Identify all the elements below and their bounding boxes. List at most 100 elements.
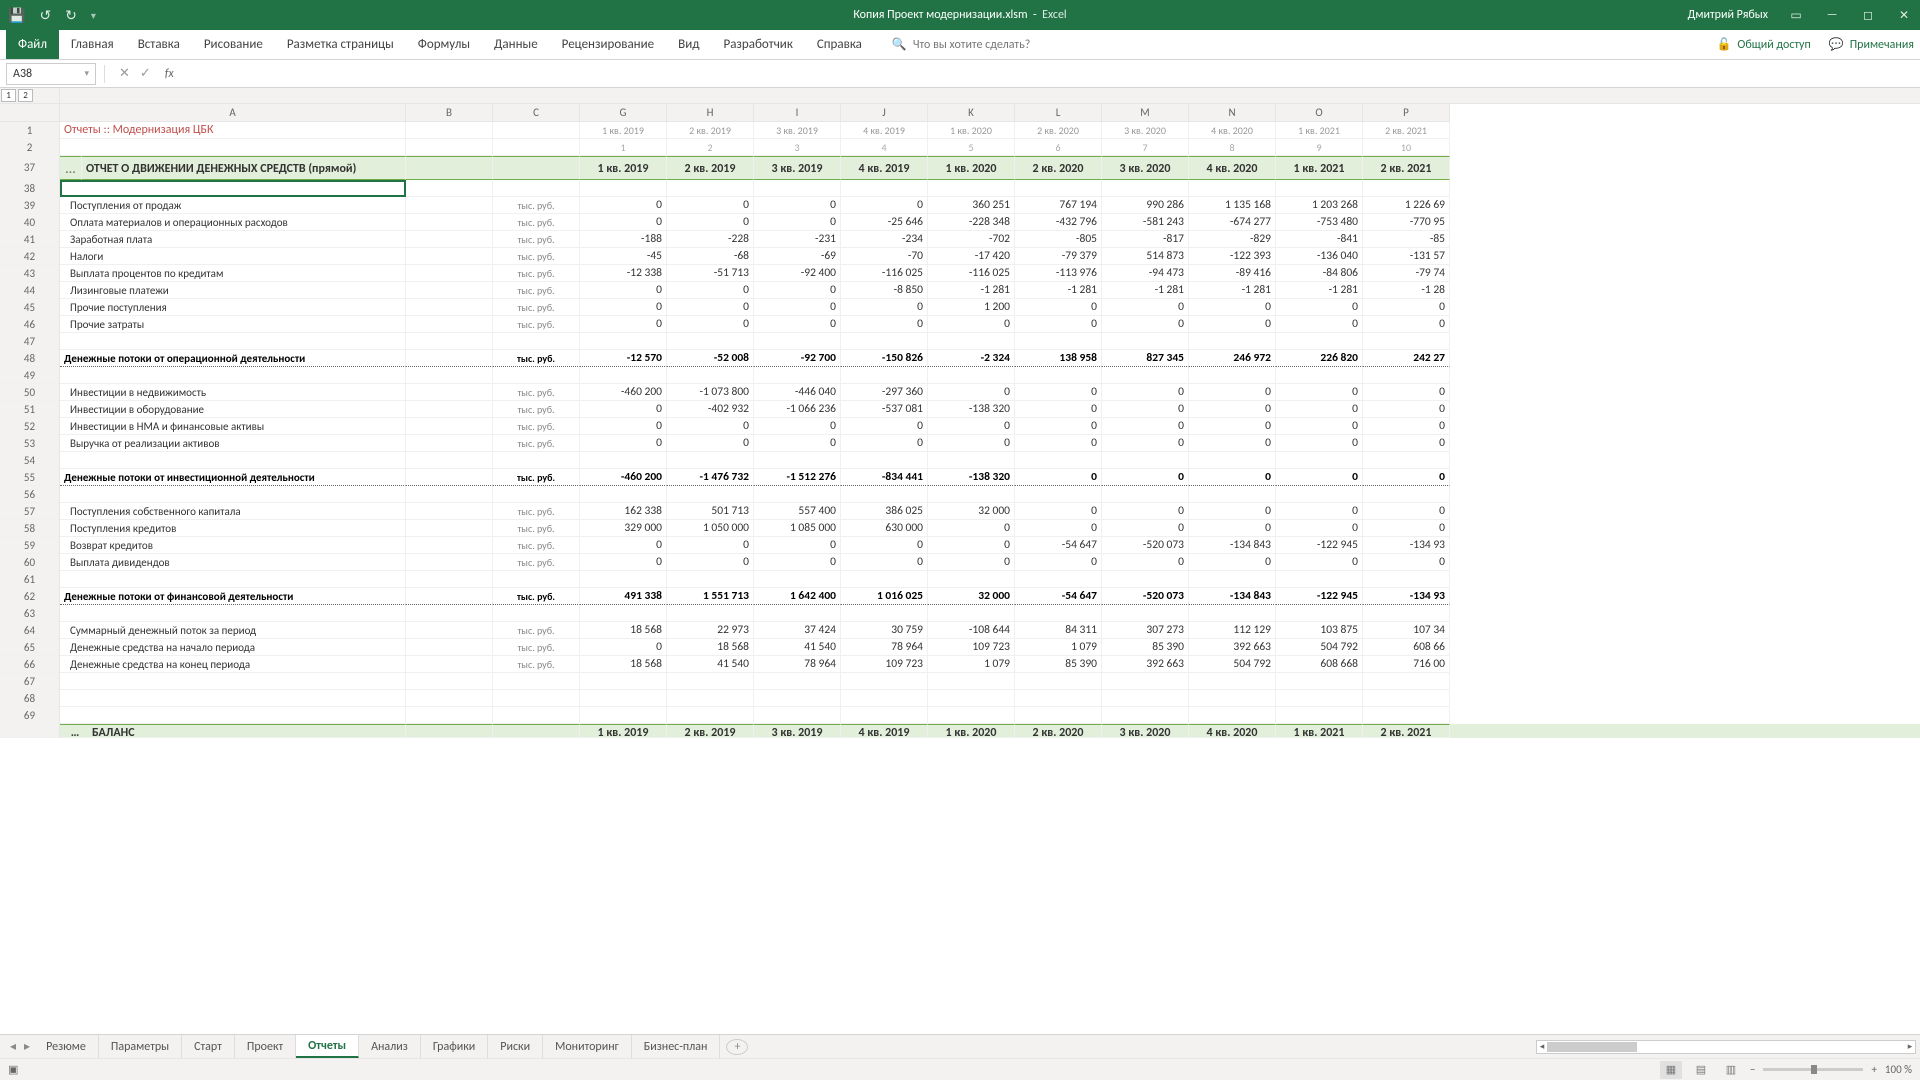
- cell[interactable]: [580, 367, 667, 384]
- cell[interactable]: -51 713: [667, 265, 754, 282]
- cell[interactable]: [406, 333, 493, 350]
- sheet-tab-графики[interactable]: Графики: [421, 1035, 488, 1058]
- cell[interactable]: [1102, 367, 1189, 384]
- cell[interactable]: -817: [1102, 231, 1189, 248]
- row-head[interactable]: 38: [0, 180, 60, 197]
- cell[interactable]: [667, 690, 754, 707]
- sheet-tab-бизнес-план[interactable]: Бизнес-план: [632, 1035, 721, 1058]
- cell[interactable]: [1102, 571, 1189, 588]
- col-head[interactable]: G: [580, 104, 667, 122]
- cell[interactable]: 501 713: [667, 503, 754, 520]
- cell[interactable]: [754, 367, 841, 384]
- row-head[interactable]: 50: [0, 384, 60, 401]
- sheet-tab-анализ[interactable]: Анализ: [359, 1035, 421, 1058]
- row-head[interactable]: 51: [0, 401, 60, 418]
- cell[interactable]: [928, 571, 1015, 588]
- cell[interactable]: [841, 707, 928, 724]
- cell[interactable]: 0: [1276, 299, 1363, 316]
- cell[interactable]: 0: [754, 537, 841, 554]
- cell[interactable]: 392 663: [1102, 656, 1189, 673]
- cell[interactable]: [493, 122, 580, 139]
- row-head[interactable]: 42: [0, 248, 60, 265]
- cell[interactable]: 1 079: [1015, 639, 1102, 656]
- cell[interactable]: 0: [580, 418, 667, 435]
- sheet-tab-отчеты[interactable]: Отчеты: [296, 1035, 359, 1058]
- cell[interactable]: -68: [667, 248, 754, 265]
- cell[interactable]: 78 964: [754, 656, 841, 673]
- cell[interactable]: [754, 486, 841, 503]
- row-head[interactable]: 61: [0, 571, 60, 588]
- cell[interactable]: -45: [580, 248, 667, 265]
- cell[interactable]: 608 668: [1276, 656, 1363, 673]
- cell[interactable]: -12 570: [580, 350, 667, 367]
- col-head[interactable]: B: [406, 104, 493, 122]
- tab-home[interactable]: Главная: [59, 30, 126, 59]
- tab-developer[interactable]: Разработчик: [711, 30, 804, 59]
- cell[interactable]: 0: [1102, 435, 1189, 452]
- cell[interactable]: [1015, 486, 1102, 503]
- cell[interactable]: 0: [1015, 384, 1102, 401]
- cell[interactable]: -134 843: [1189, 588, 1276, 605]
- cell[interactable]: -520 073: [1102, 537, 1189, 554]
- normal-view-icon[interactable]: ▦: [1660, 1061, 1682, 1079]
- cell[interactable]: 0: [1189, 469, 1276, 486]
- cell[interactable]: [406, 350, 493, 367]
- cell[interactable]: 0: [1189, 554, 1276, 571]
- cell[interactable]: [580, 571, 667, 588]
- row-head[interactable]: 60: [0, 554, 60, 571]
- sheet-tab-старт[interactable]: Старт: [182, 1035, 235, 1058]
- cell[interactable]: 386 025: [841, 503, 928, 520]
- cell[interactable]: 0: [754, 299, 841, 316]
- cell[interactable]: 0: [1015, 469, 1102, 486]
- row-head[interactable]: 69: [0, 707, 60, 724]
- cell[interactable]: -674 277: [1189, 214, 1276, 231]
- cell[interactable]: [493, 673, 580, 690]
- cell[interactable]: 0: [580, 537, 667, 554]
- cell[interactable]: 0: [1102, 401, 1189, 418]
- cell[interactable]: 0: [1276, 316, 1363, 333]
- cell[interactable]: 0: [1189, 316, 1276, 333]
- row-head[interactable]: 40: [0, 214, 60, 231]
- cell[interactable]: 84 311: [1015, 622, 1102, 639]
- cell[interactable]: [1276, 367, 1363, 384]
- cell[interactable]: [580, 452, 667, 469]
- cell[interactable]: 0: [928, 520, 1015, 537]
- row-head[interactable]: 54: [0, 452, 60, 469]
- cell[interactable]: 1 085 000: [754, 520, 841, 537]
- cell[interactable]: 0: [1015, 435, 1102, 452]
- row-head[interactable]: 57: [0, 503, 60, 520]
- cell[interactable]: [406, 639, 493, 656]
- row-head[interactable]: 49: [0, 367, 60, 384]
- cell[interactable]: 41 540: [754, 639, 841, 656]
- cell[interactable]: [60, 452, 406, 469]
- cell[interactable]: [406, 384, 493, 401]
- cell[interactable]: 0: [1102, 469, 1189, 486]
- cell[interactable]: -131 57: [1363, 248, 1450, 265]
- row-head[interactable]: 63: [0, 605, 60, 622]
- row-head[interactable]: 68: [0, 690, 60, 707]
- col-head[interactable]: P: [1363, 104, 1450, 122]
- formula-input[interactable]: [184, 63, 1920, 85]
- col-head[interactable]: H: [667, 104, 754, 122]
- zoom-level[interactable]: 100 %: [1885, 1063, 1912, 1076]
- sheet-tab-параметры[interactable]: Параметры: [99, 1035, 182, 1058]
- cell[interactable]: 32 000: [928, 503, 1015, 520]
- cell[interactable]: 0: [754, 418, 841, 435]
- cell[interactable]: [1276, 571, 1363, 588]
- cell[interactable]: -17 420: [928, 248, 1015, 265]
- cell[interactable]: [1015, 690, 1102, 707]
- cell[interactable]: [667, 673, 754, 690]
- cell[interactable]: [493, 452, 580, 469]
- cell[interactable]: [1102, 690, 1189, 707]
- cell[interactable]: -1 512 276: [754, 469, 841, 486]
- row-head[interactable]: 55: [0, 469, 60, 486]
- cell[interactable]: -228 348: [928, 214, 1015, 231]
- cell[interactable]: 0: [1015, 418, 1102, 435]
- cell[interactable]: -520 073: [1102, 588, 1189, 605]
- horizontal-scrollbar[interactable]: ◂▸: [1536, 1040, 1916, 1054]
- cell[interactable]: -54 647: [1015, 588, 1102, 605]
- cell[interactable]: [928, 452, 1015, 469]
- cell[interactable]: -432 796: [1015, 214, 1102, 231]
- cell[interactable]: 242 27: [1363, 350, 1450, 367]
- cell[interactable]: 0: [580, 316, 667, 333]
